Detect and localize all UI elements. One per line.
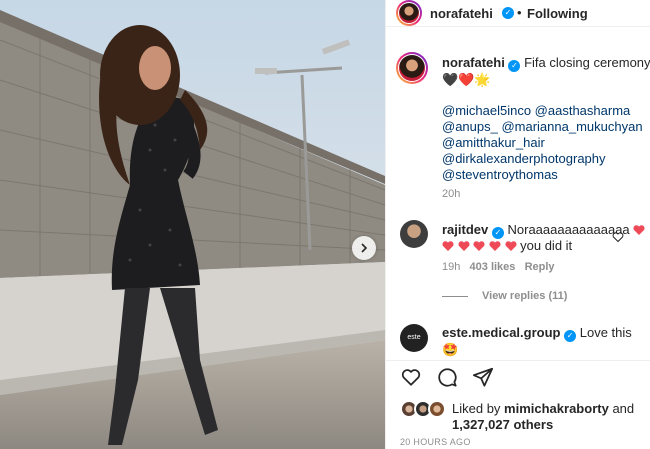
verified-icon: ✓: [502, 7, 514, 19]
liked-by-user[interactable]: mimichakraborty: [504, 401, 609, 416]
red-heart-emoji-icon: [489, 241, 501, 251]
caption-avatar[interactable]: [396, 52, 428, 84]
comment-avatar[interactable]: [400, 220, 428, 248]
comment-reply-button[interactable]: Reply: [525, 261, 555, 273]
star-struck-emoji: 🤩: [442, 342, 459, 357]
comment-bubble-icon[interactable]: [436, 366, 458, 388]
liked-by-and: and: [612, 401, 635, 416]
caption-time: 20h: [442, 188, 461, 200]
caption-emoji: 🖤❤️🌟: [442, 72, 491, 87]
caption-line: norafatehi ✓ Fifa closing ceremony: [442, 55, 650, 72]
post-actions: [386, 360, 650, 390]
header-username[interactable]: norafatehi: [430, 6, 493, 21]
post-detail-panel: norafatehi ✓ • Following norafatehi ✓ Fi…: [385, 0, 650, 449]
carousel-next-button[interactable]: [352, 236, 376, 260]
caption-mentions-1[interactable]: @michael5inco @aasthasharma: [442, 103, 630, 118]
red-heart-emoji-icon: [633, 225, 645, 235]
chevron-right-icon: [361, 243, 368, 253]
red-heart-emoji-icon: [473, 241, 485, 251]
caption-text: Fifa closing ceremony: [524, 55, 650, 70]
post-photo: [0, 0, 385, 449]
red-heart-emoji-icon: [442, 241, 454, 251]
liked-by-row: Liked by mimichakraborty and 1,327,027 o…: [386, 396, 650, 436]
comments-list[interactable]: norafatehi ✓ Fifa closing ceremony 🖤❤️🌟 …: [386, 40, 650, 360]
following-button[interactable]: Following: [527, 6, 588, 21]
separator-dot: •: [517, 5, 522, 20]
post-photo-image: [0, 0, 385, 449]
comment-username[interactable]: este.medical.group: [442, 325, 560, 340]
view-replies-line: [442, 296, 468, 297]
comment-line-2: you did it: [442, 238, 572, 253]
comment-time: 19h: [442, 261, 461, 273]
liked-by-prefix: Liked by: [452, 401, 501, 416]
comment-likes[interactable]: 403 likes: [470, 261, 516, 273]
caption-mentions-2[interactable]: @anups_ @marianna_mukuchyan: [442, 119, 643, 134]
caption-username[interactable]: norafatehi: [442, 55, 505, 70]
header-avatar[interactable]: [396, 0, 422, 26]
comment-text: Love this: [579, 325, 632, 340]
like-heart-icon[interactable]: [400, 366, 422, 388]
red-heart-emoji-icon: [504, 241, 517, 251]
caption-mentions-5[interactable]: @steventroythomas: [442, 167, 558, 182]
post-timestamp[interactable]: 20 HOURS AGO: [400, 437, 471, 447]
verified-icon: ✓: [564, 330, 577, 342]
comment-like-heart-icon[interactable]: [612, 231, 624, 243]
comment-avatar-este[interactable]: este: [400, 324, 428, 352]
comment-text-2: you did it: [520, 238, 573, 253]
comment-line: este.medical.group ✓ Love this 🤩: [442, 325, 650, 358]
caption-mentions-4[interactable]: @dirkalexanderphotography: [442, 151, 606, 166]
liker-avatar[interactable]: [428, 400, 446, 418]
view-replies-button[interactable]: View replies (11): [482, 290, 567, 302]
comment-meta: 19h 403 likes Reply: [442, 261, 555, 273]
caption-mentions-3[interactable]: @amitthakur_hair: [442, 135, 545, 150]
comment-username[interactable]: rajitdev: [442, 222, 488, 237]
share-paper-plane-icon[interactable]: [472, 366, 494, 388]
verified-icon: ✓: [508, 60, 521, 72]
likes-count[interactable]: 1,327,027 others: [452, 417, 553, 432]
liked-by-text: Liked by mimichakraborty and: [452, 401, 634, 416]
post-header: norafatehi ✓ • Following: [386, 0, 650, 27]
red-heart-emoji-icon: [458, 241, 470, 251]
